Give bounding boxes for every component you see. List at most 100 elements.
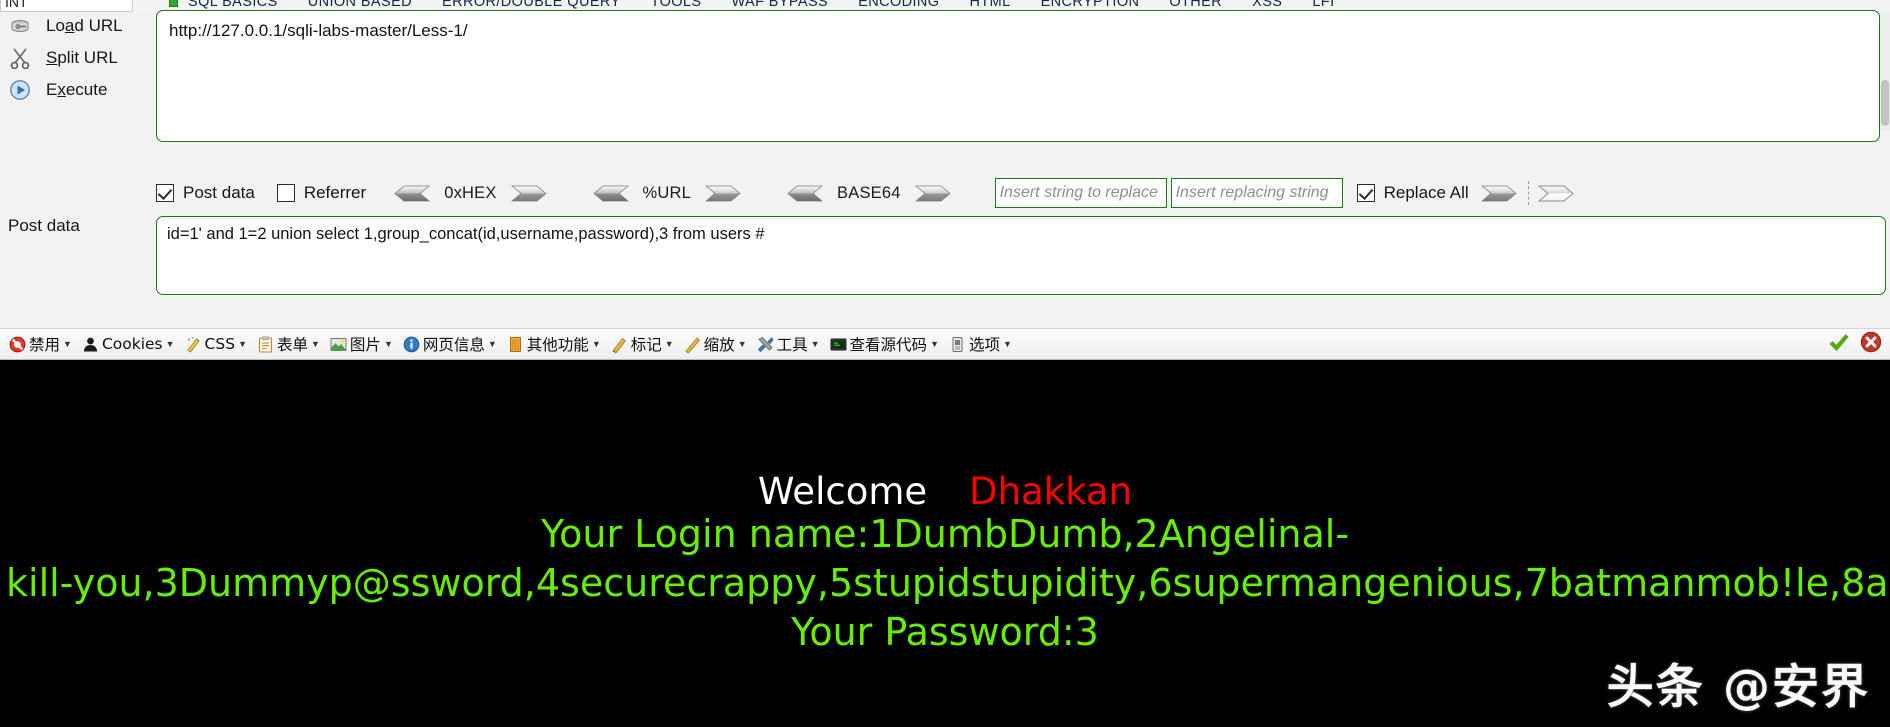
toolbar-item-cookies[interactable]: Cookies ▼ — [77, 331, 180, 357]
base64-decode-button[interactable] — [785, 185, 824, 202]
hex-encode-button[interactable] — [510, 185, 549, 202]
replace-all-checkbox[interactable]: Replace All — [1356, 183, 1469, 203]
toolbar-item-forms[interactable]: 表单 ▼ — [252, 331, 325, 357]
watermark: 头条 @安界 — [1606, 660, 1870, 715]
load-url-label: Load URL — [46, 16, 123, 35]
options-icon — [949, 336, 966, 353]
hackbar-options-row: Post data Referrer 0xHEX %URL BASE64 Ins… — [156, 176, 1886, 210]
toolbar-item-tools[interactable]: 工具 ▼ — [752, 331, 825, 357]
hex-encoder-label: 0xHEX — [444, 183, 497, 202]
toolbar-item-options[interactable]: 选项 ▼ — [944, 331, 1017, 357]
referrer-checkbox-box[interactable] — [276, 184, 295, 202]
view-source-icon — [830, 336, 847, 353]
nav-link-html[interactable]: HTML — [969, 0, 1010, 10]
chevron-down-icon: ▼ — [165, 338, 175, 349]
scrollbar-thumb[interactable] — [1881, 80, 1889, 126]
sql-injection-result: Your Login name:1DumbDumb,2Angelinal- ki… — [0, 510, 1890, 657]
base64-encoder-label: BASE64 — [837, 183, 901, 202]
replace-to-input[interactable]: Insert replacing string — [1170, 178, 1343, 208]
post-data-checkbox[interactable]: Post data — [156, 183, 255, 203]
toolbar-item-css[interactable]: CSS ▼ — [180, 331, 252, 357]
post-data-checkbox-box[interactable] — [156, 184, 174, 202]
page-scrollbar[interactable] — [1880, 10, 1890, 130]
url-decode-button[interactable] — [591, 185, 629, 202]
nav-link-encoding[interactable]: ENCODING — [858, 0, 939, 10]
nav-link-other[interactable]: OTHER — [1169, 0, 1222, 10]
toolbar-label-forms: 表单 — [276, 336, 308, 354]
url-encoder-group: %URL — [591, 184, 743, 203]
toolbar-status-group — [1828, 331, 1890, 358]
misc-icon — [507, 336, 524, 353]
chevron-down-icon: ▼ — [591, 338, 601, 349]
welcome-line: Welcome Dhakkan — [0, 470, 1890, 513]
toolbar-item-disable[interactable]: 禁用 ▼ — [4, 331, 77, 357]
execute-label: Execute — [46, 80, 108, 99]
nav-link-xss[interactable]: XSS — [1252, 0, 1282, 10]
load-url-icon — [8, 14, 32, 38]
forms-icon — [257, 335, 274, 353]
url-encoder-label: %URL — [642, 183, 692, 202]
toolbar-label-page-info: 网页信息 — [422, 336, 485, 354]
toolbar-item-page-info[interactable]: 网页信息 ▼ — [398, 331, 502, 357]
outline-icon — [611, 336, 628, 353]
split-url-label: Split URL — [46, 48, 118, 67]
toolbar-label-disable: 禁用 — [29, 336, 61, 354]
login-name-line-2: kill-you,3Dummyp@ssword,4securecrappy,5s… — [6, 561, 1890, 605]
load-url-button[interactable]: Load URL — [0, 10, 152, 42]
toolbar-item-images[interactable]: 图片 ▼ — [325, 331, 398, 357]
options-divider — [1527, 181, 1529, 205]
replace-from-input[interactable]: Insert string to replace — [994, 178, 1167, 208]
green-check-icon[interactable] — [1828, 331, 1850, 358]
post-data-input[interactable]: id=1' and 1=2 union select 1,group_conca… — [156, 216, 1886, 295]
replace-all-checkbox-label: Replace All — [1383, 183, 1469, 202]
web-developer-toolbar: 禁用 ▼ Cookies ▼ CSS ▼ 表单 ▼ 图片 ▼ 网页信息 ▼ 其他… — [0, 328, 1890, 360]
replace-apply-button[interactable] — [1480, 185, 1519, 202]
post-data-checkbox-label: Post data — [183, 183, 255, 202]
nav-link-waf-bypass[interactable]: WAF BYPASS — [731, 0, 828, 10]
toolbar-label-cookies: Cookies — [101, 335, 163, 353]
split-url-button[interactable]: Split URL — [0, 42, 152, 74]
url-input[interactable]: http://127.0.0.1/sqli-labs-master/Less-1… — [156, 10, 1880, 142]
page-info-icon — [403, 336, 420, 353]
nav-link-lfi[interactable]: LFI — [1312, 0, 1334, 10]
chevron-down-icon: ▼ — [383, 338, 393, 349]
tools-icon — [757, 336, 774, 353]
nav-link-union-based[interactable]: UNION BASED — [308, 0, 412, 10]
images-icon — [330, 336, 347, 353]
referrer-checkbox[interactable]: Referrer — [276, 183, 367, 203]
toolbar-item-resize[interactable]: 缩放 ▼ — [679, 331, 752, 357]
chevron-down-icon: ▼ — [664, 338, 674, 349]
hackbar-browser-screenshot: INT SQL BASICS UNION BASED ERROR/DOUBLE … — [0, 0, 1890, 727]
execute-icon — [8, 78, 32, 102]
toolbar-label-css: CSS — [204, 335, 236, 353]
login-name-line-1: Your Login name:1DumbDumb,2Angelinal- — [540, 512, 1350, 556]
toolbar-item-outline[interactable]: 标记 ▼ — [606, 331, 679, 357]
toolbar-label-tools: 工具 — [776, 336, 808, 354]
hex-encoder-group: 0xHEX — [392, 184, 548, 203]
replace-all-checkbox-box[interactable] — [1356, 184, 1375, 202]
base64-encoder-group: BASE64 — [785, 184, 953, 203]
chevron-down-icon: ▼ — [238, 338, 247, 349]
toolbar-item-misc[interactable]: 其他功能 ▼ — [502, 331, 606, 357]
hex-decode-button[interactable] — [392, 185, 431, 202]
status-dot-icon — [169, 0, 178, 7]
execute-button[interactable]: Execute — [0, 74, 152, 106]
split-url-icon — [8, 46, 32, 70]
replace-undo-button[interactable] — [1537, 185, 1576, 202]
nav-link-sql-basics[interactable]: SQL BASICS — [188, 0, 278, 10]
chevron-down-icon: ▼ — [810, 338, 820, 349]
toolbar-label-resize: 缩放 — [703, 336, 735, 354]
chevron-down-icon: ▼ — [930, 338, 939, 349]
post-data-label: Post data — [8, 216, 80, 235]
toolbar-label-images: 图片 — [349, 336, 381, 354]
referrer-checkbox-label: Referrer — [303, 183, 367, 202]
nav-link-error-double-query[interactable]: ERROR/DOUBLE QUERY — [442, 0, 621, 10]
url-encode-button[interactable] — [704, 185, 743, 202]
toolbar-item-view-source[interactable]: 查看源代码 ▼ — [825, 331, 944, 357]
nav-link-encryption[interactable]: ENCRYPTION — [1041, 0, 1140, 10]
nav-link-tools[interactable]: TOOLS — [651, 0, 702, 10]
red-x-icon[interactable] — [1860, 331, 1882, 358]
chevron-down-icon: ▼ — [63, 338, 72, 349]
base64-encode-button[interactable] — [914, 185, 953, 202]
hackbar-nav-links: SQL BASICS UNION BASED ERROR/DOUBLE QUER… — [188, 0, 1335, 10]
